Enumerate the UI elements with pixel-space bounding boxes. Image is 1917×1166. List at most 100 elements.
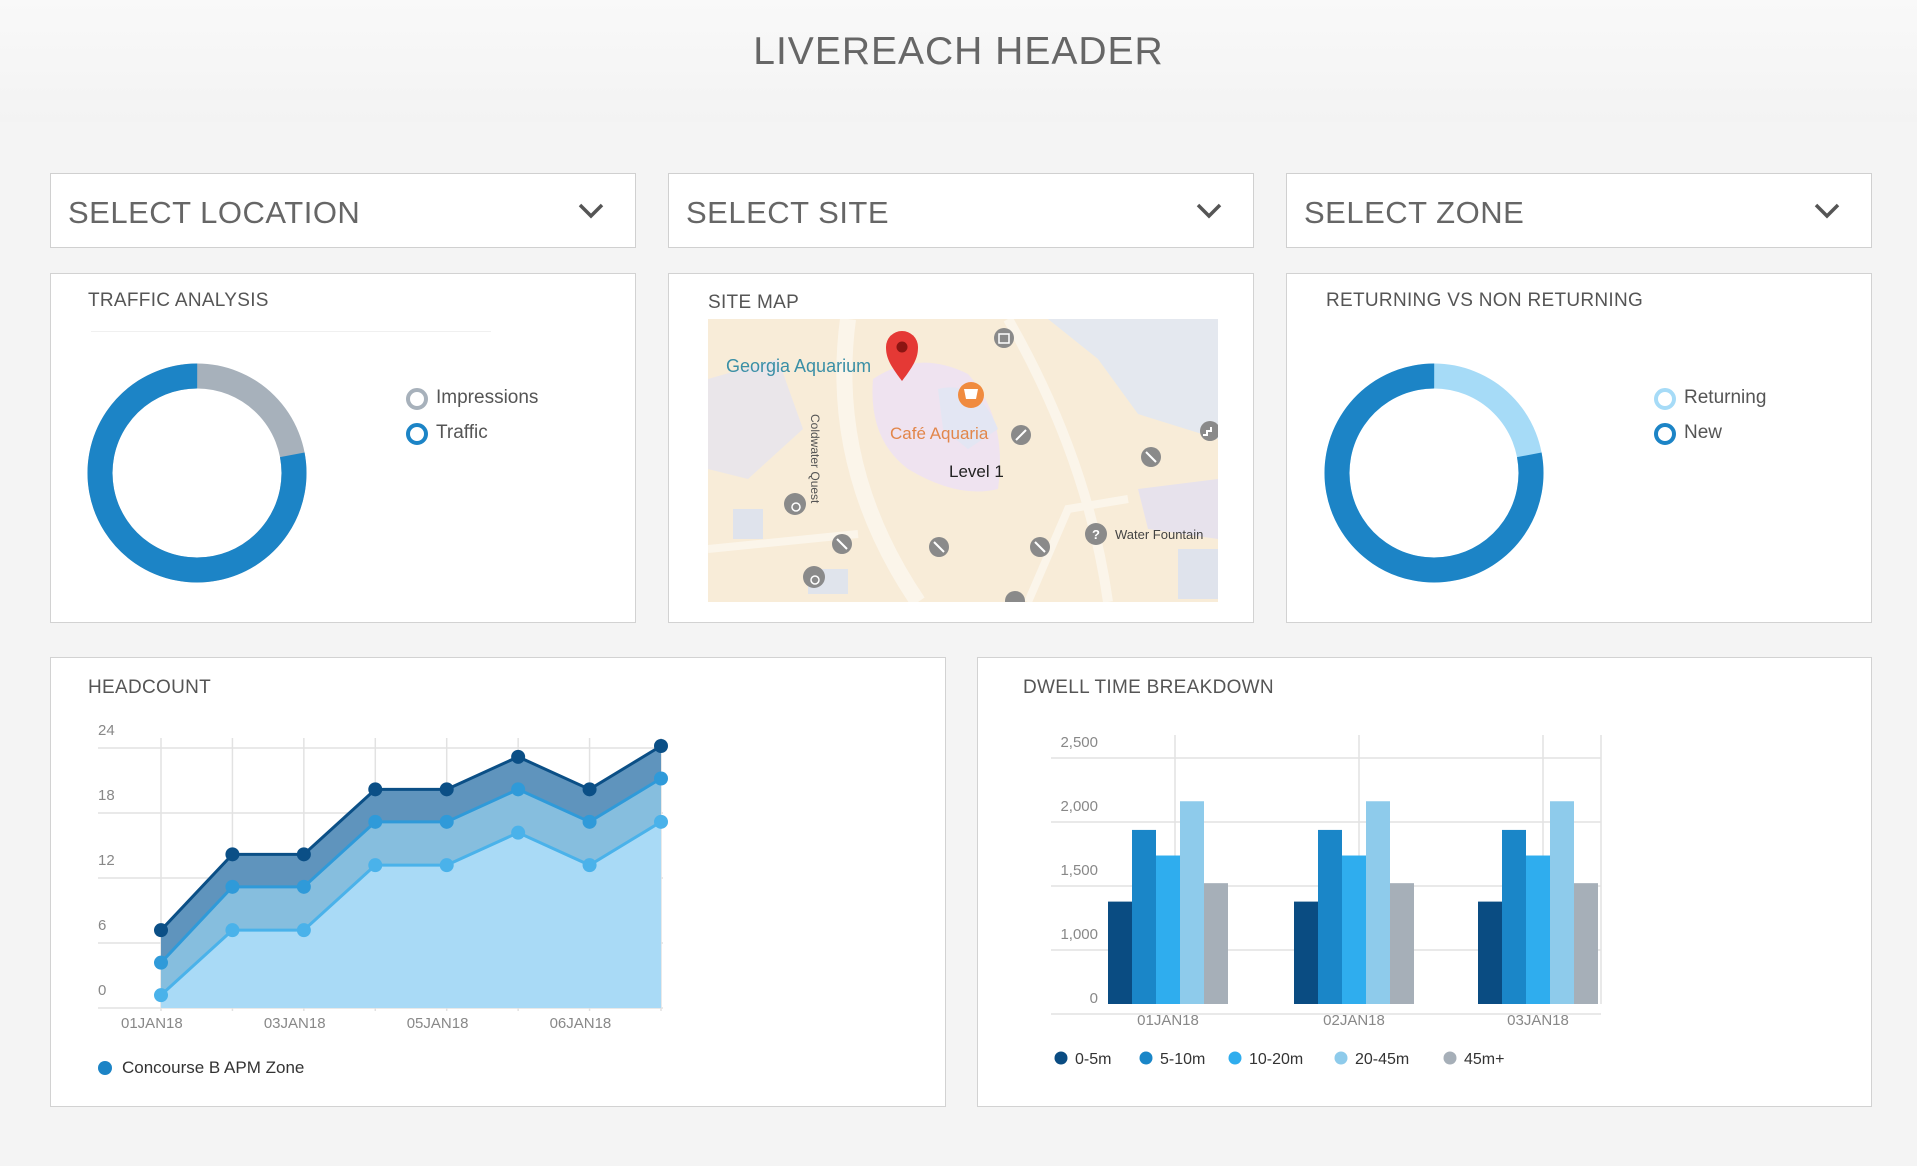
map-building [733, 509, 763, 539]
legend-label[interactable]: 0-5m [1075, 1051, 1111, 1068]
y-tick-label: 12 [98, 852, 115, 869]
bar[interactable] [1180, 801, 1204, 1004]
data-point[interactable] [225, 879, 240, 894]
bar[interactable] [1204, 883, 1228, 1004]
returning-card: RETURNING VS NON RETURNING Returning New [1286, 273, 1872, 623]
select-location-label: SELECT LOCATION [68, 195, 361, 230]
site-map-card: SITE MAP Georgia Aquarium Café Aquaria L… [668, 273, 1254, 623]
headcount-area-chart: 24 18 12 6 0 01JAN18 03JAN18 05JAN18 06JAN18 [98, 722, 668, 1032]
map-label-street: Coldwater Quest [808, 414, 822, 504]
legend-label[interactable]: 20-45m [1355, 1051, 1409, 1068]
escalator-icon[interactable] [1141, 447, 1161, 467]
data-point[interactable] [225, 923, 240, 938]
select-site-label: SELECT SITE [686, 195, 890, 230]
y-tick-label: 2,000 [1060, 798, 1098, 815]
data-point[interactable] [654, 739, 668, 753]
x-tick-label: 03JAN18 [264, 1015, 326, 1032]
y-tick-label: 0 [98, 982, 106, 999]
legend-marker [1228, 1051, 1242, 1065]
bar[interactable] [1478, 901, 1502, 1004]
bar[interactable] [1550, 801, 1574, 1004]
y-tick-label: 24 [98, 722, 115, 739]
legend-marker [1443, 1051, 1457, 1065]
wheelchair-icon[interactable] [803, 566, 825, 588]
legend-label[interactable]: 45m+ [1464, 1051, 1504, 1068]
legend-label[interactable]: 5-10m [1160, 1051, 1205, 1068]
legend-label: Impressions [436, 387, 539, 408]
help-icon[interactable]: ? [1085, 523, 1107, 545]
data-point[interactable] [654, 771, 668, 786]
site-map[interactable]: Georgia Aquarium Café Aquaria Level 1 Co… [708, 319, 1218, 602]
bar[interactable] [1526, 855, 1550, 1004]
bar[interactable] [1366, 801, 1390, 1004]
data-point[interactable] [511, 749, 526, 764]
bar[interactable] [1156, 855, 1180, 1004]
bar[interactable] [1502, 829, 1526, 1004]
traffic-analysis-card: TRAFFIC ANALYSIS Impressions Traffic [50, 273, 636, 623]
bar[interactable] [1574, 883, 1598, 1004]
data-point[interactable] [368, 782, 383, 797]
map-label-aquarium: Georgia Aquarium [726, 356, 871, 376]
returning-donut-chart [1324, 363, 1544, 583]
bar[interactable] [1108, 901, 1132, 1004]
y-tick-label: 6 [98, 917, 106, 934]
data-point[interactable] [439, 814, 454, 829]
data-point[interactable] [154, 955, 168, 970]
legend-label: Traffic [436, 422, 488, 443]
data-point[interactable] [439, 858, 454, 873]
bar[interactable] [1294, 901, 1318, 1004]
traffic-analysis-title: TRAFFIC ANALYSIS [88, 290, 269, 311]
escalator-icon[interactable] [1011, 425, 1031, 445]
data-point[interactable] [154, 988, 168, 1003]
y-tick-label: 1,500 [1060, 862, 1098, 879]
bar[interactable] [1132, 829, 1156, 1004]
map-label-level: Level 1 [949, 462, 1004, 481]
data-point[interactable] [511, 782, 526, 797]
legend-marker [406, 423, 428, 445]
cafe-icon[interactable] [958, 382, 984, 408]
data-point[interactable] [511, 825, 526, 840]
dwell-time-card: DWELL TIME BREAKDOWN 2,500 2,000 1,500 1,00… [977, 657, 1872, 1107]
bar[interactable] [1390, 883, 1414, 1004]
select-site-dropdown[interactable]: SELECT SITE [668, 173, 1254, 248]
x-tick-label: 03JAN18 [1507, 1012, 1569, 1029]
returning-title: RETURNING VS NON RETURNING [1326, 290, 1644, 311]
select-zone-label: SELECT ZONE [1304, 195, 1525, 230]
x-tick-label: 05JAN18 [407, 1015, 469, 1032]
map-label-fountain: Water Fountain [1115, 527, 1203, 542]
page-title: LIVEREACH HEADER [753, 30, 1164, 73]
select-zone-dropdown[interactable]: SELECT ZONE [1286, 173, 1872, 248]
data-point[interactable] [582, 782, 597, 797]
chevron-down-icon [1814, 203, 1840, 219]
divider [91, 331, 491, 332]
legend-label: New [1684, 422, 1723, 443]
data-point[interactable] [296, 923, 311, 938]
chevron-down-icon [1196, 203, 1222, 219]
data-point[interactable] [296, 879, 311, 894]
data-point[interactable] [368, 858, 383, 873]
data-point[interactable] [582, 814, 597, 829]
legend-marker [98, 1061, 112, 1075]
chevron-down-icon [578, 203, 604, 219]
data-point[interactable] [654, 814, 668, 829]
data-point[interactable] [582, 858, 597, 873]
legend-label[interactable]: 10-20m [1249, 1051, 1303, 1068]
legend-marker [406, 388, 428, 410]
legend-marker [1654, 388, 1676, 410]
x-tick-label: 06JAN18 [550, 1015, 612, 1032]
wheelchair-icon[interactable] [784, 493, 806, 515]
select-location-dropdown[interactable]: SELECT LOCATION [50, 173, 636, 248]
data-point[interactable] [368, 814, 383, 829]
x-tick-label: 01JAN18 [1137, 1012, 1199, 1029]
data-point[interactable] [225, 847, 240, 862]
escalator-icon[interactable] [1030, 537, 1050, 557]
escalator-icon[interactable] [832, 534, 852, 554]
calendar-icon[interactable] [994, 328, 1014, 348]
data-point[interactable] [154, 923, 168, 938]
bar[interactable] [1318, 829, 1342, 1004]
data-point[interactable] [439, 782, 454, 797]
dwell-time-bar-chart: 2,500 2,000 1,500 1,000 0 01JAN18 02JAN18 03JAN… [1051, 734, 1602, 1068]
data-point[interactable] [296, 847, 311, 862]
bar[interactable] [1342, 855, 1366, 1004]
escalator-icon[interactable] [929, 537, 949, 557]
